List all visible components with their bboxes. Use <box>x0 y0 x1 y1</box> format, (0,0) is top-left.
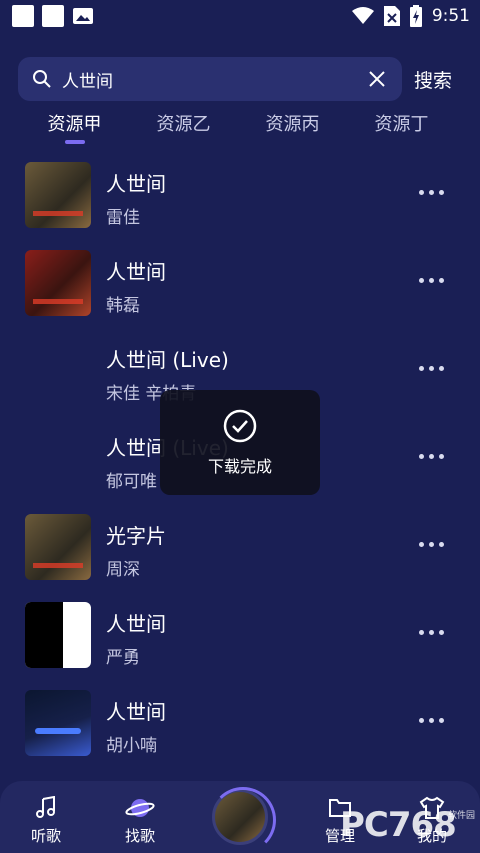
list-item[interactable]: 光字片 周深 <box>0 502 480 590</box>
album-cover <box>25 514 91 580</box>
nav-listen[interactable]: 听歌 <box>16 795 76 846</box>
tab-source-a[interactable]: 资源甲 <box>20 110 129 150</box>
song-artist: 胡小喃 <box>106 736 157 756</box>
more-icon[interactable] <box>419 542 444 547</box>
search-button[interactable]: 搜索 <box>414 66 452 93</box>
battery-icon <box>409 5 422 27</box>
source-tabs: 资源甲 资源乙 资源丙 资源丁 <box>20 110 480 150</box>
check-circle-icon <box>223 409 257 442</box>
list-item[interactable]: 人世间 韩磊 <box>0 238 480 326</box>
status-bar: 9:51 <box>0 0 480 32</box>
song-artist: 严勇 <box>106 648 140 668</box>
list-item[interactable]: 人世间 雷佳 <box>0 150 480 238</box>
album-cover <box>25 162 91 228</box>
planet-icon <box>110 795 170 821</box>
nav-label: 找歌 <box>124 827 155 845</box>
list-item[interactable]: 人世间 胡小喃 <box>0 678 480 766</box>
clock: 9:51 <box>431 6 470 26</box>
song-artist: 韩磊 <box>106 296 140 316</box>
song-title: 光字片 <box>106 524 166 548</box>
album-cover <box>25 602 91 668</box>
more-icon[interactable] <box>419 366 444 371</box>
watermark-subtext: 软件园 <box>448 811 476 821</box>
song-title: 人世间 <box>106 700 166 724</box>
search-input[interactable] <box>62 69 366 89</box>
tab-source-b[interactable]: 资源乙 <box>129 110 238 150</box>
no-sim-icon <box>383 6 400 26</box>
more-icon[interactable] <box>419 630 444 635</box>
song-artist: 郁可唯 <box>106 472 157 492</box>
wifi-icon <box>351 7 374 24</box>
album-cover <box>25 690 91 756</box>
song-title: 人世间 <box>106 612 166 636</box>
song-title: 人世间 <box>106 172 166 196</box>
list-item[interactable]: 人世间 严勇 <box>0 590 480 678</box>
more-icon[interactable] <box>419 718 444 723</box>
notification-icon <box>12 5 34 27</box>
nav-label: 听歌 <box>30 827 61 845</box>
song-title: 人世间 <box>106 260 166 284</box>
album-cover <box>25 250 91 316</box>
now-playing-button[interactable] <box>210 787 276 853</box>
notification-icon <box>42 5 64 27</box>
song-artist: 雷佳 <box>106 208 140 228</box>
nav-find[interactable]: 找歌 <box>110 795 170 846</box>
song-title: 人世间 (Live) <box>106 348 229 372</box>
song-artist: 周深 <box>106 560 140 580</box>
watermark-logo: PC768 <box>340 805 457 845</box>
toast-text: 下载完成 <box>207 456 272 476</box>
image-icon <box>72 5 94 27</box>
download-complete-toast: 下载完成 <box>160 390 320 495</box>
search-bar: 搜索 <box>18 57 462 101</box>
system-status: 9:51 <box>351 5 470 27</box>
search-box[interactable] <box>18 57 402 101</box>
search-icon <box>33 70 51 88</box>
notification-icons <box>12 5 94 27</box>
tab-source-c[interactable]: 资源丙 <box>238 110 347 150</box>
more-icon[interactable] <box>419 454 444 459</box>
music-note-icon <box>16 795 76 821</box>
more-icon[interactable] <box>419 278 444 283</box>
tab-source-d[interactable]: 资源丁 <box>347 110 456 150</box>
clear-icon[interactable] <box>366 68 388 90</box>
more-icon[interactable] <box>419 190 444 195</box>
